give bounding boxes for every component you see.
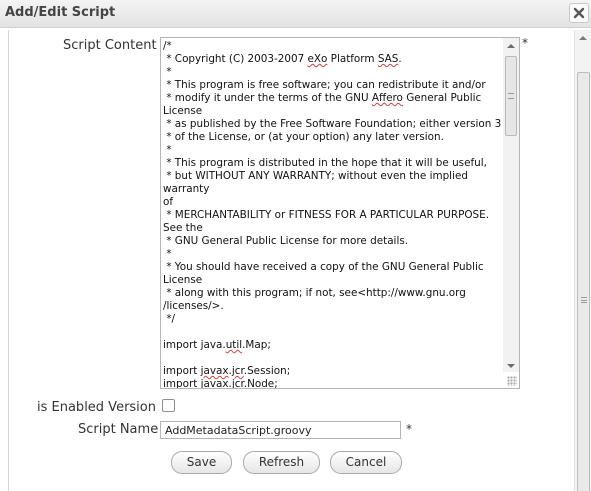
close-button[interactable]: [569, 3, 589, 23]
code-text: See the: [163, 222, 203, 234]
code-text: import: [163, 365, 201, 377]
code-text: import java.: [163, 339, 226, 351]
dialog-scrollbar[interactable]: [574, 30, 591, 491]
code-line: * modify it under the terms of the GNU A…: [163, 92, 503, 118]
required-marker: *: [522, 36, 528, 50]
code-line: * as published by the Free Software Foun…: [163, 118, 503, 131]
spellcheck-word: javax: [200, 365, 229, 377]
script-content-editor[interactable]: /* * Copyright (C) 2003-2007 eXo Platfor…: [160, 37, 520, 389]
code-line: * This program is free software; you can…: [163, 79, 503, 92]
resize-grip-icon[interactable]: [507, 376, 517, 386]
code-text: *: [163, 248, 172, 260]
code-line: import javax.jcr.Node;: [163, 378, 503, 389]
code-line: import javax.jcr.Session;: [163, 365, 503, 378]
code-text: *: [163, 66, 172, 78]
add-edit-script-dialog: Add/Edit Script Script Content /* * Copy…: [0, 0, 591, 491]
code-text: * You should have received a copy of the…: [163, 261, 487, 286]
code-text: * modify it under the terms of the GNU: [163, 92, 372, 104]
editor-scrollbar[interactable]: [503, 38, 519, 372]
scroll-up-arrow-icon[interactable]: [507, 44, 515, 48]
script-content-text[interactable]: /* * Copyright (C) 2003-2007 eXo Platfor…: [163, 40, 503, 389]
code-line: * GNU General Public License for more de…: [163, 235, 503, 248]
code-text: * as published by the Free Software Foun…: [163, 118, 502, 130]
code-text: * This program is free software; you can…: [163, 79, 486, 91]
code-text: /*: [163, 40, 172, 52]
code-text: * GNU General Public License for more de…: [163, 235, 409, 247]
code-text: * along with this program; if not, see<h…: [163, 287, 466, 299]
code-text: import: [163, 378, 201, 389]
spellcheck-word: eXo: [307, 53, 328, 65]
script-name-input[interactable]: [160, 421, 401, 439]
dialog-titlebar[interactable]: Add/Edit Script: [0, 0, 591, 28]
spellcheck-word: util: [225, 339, 243, 351]
code-line: *: [163, 66, 503, 79]
code-text: * Copyright (C) 2003-2007: [163, 53, 308, 65]
code-line: import java.util.Map;: [163, 339, 503, 352]
enabled-version-label: is Enabled Version: [37, 400, 156, 415]
code-line: * of the License, or (at your option) an…: [163, 131, 503, 144]
code-text: *: [163, 144, 172, 156]
spellcheck-word: Affero: [371, 92, 403, 104]
code-text: .Map;: [242, 339, 271, 351]
code-line: of: [163, 196, 503, 209]
code-line: * This program is distributed in the hop…: [163, 157, 503, 170]
spellcheck-word: jcr: [231, 365, 244, 377]
dialog-scrollbar-thumb[interactable]: [577, 72, 590, 491]
code-text: of: [163, 196, 174, 208]
form-frame-edge: [8, 30, 9, 491]
close-x-icon: [573, 7, 585, 19]
code-line: * Copyright (C) 2003-2007 eXo Platform S…: [163, 53, 503, 66]
code-text: .: [398, 53, 402, 65]
code-text: * MERCHANTABILITY or FITNESS FOR A PARTI…: [163, 209, 490, 221]
code-line: * along with this program; if not, see<h…: [163, 287, 503, 300]
code-text: * of the License, or (at your option) an…: [163, 131, 444, 143]
dialog-scroll-up-arrow-icon[interactable]: [579, 36, 587, 40]
refresh-button[interactable]: Refresh: [243, 451, 320, 474]
dialog-title: Add/Edit Script: [5, 5, 116, 20]
code-line: */: [163, 313, 503, 326]
code-text: * but WITHOUT ANY WARRANTY; without even…: [163, 170, 472, 195]
code-text: * This program is distributed in the hop…: [163, 157, 487, 169]
code-line: *: [163, 144, 503, 157]
required-marker: *: [406, 422, 412, 436]
code-text: .Node;: [243, 378, 278, 389]
enabled-version-checkbox[interactable]: [162, 399, 175, 412]
code-line: * You should have received a copy of the…: [163, 261, 503, 287]
cancel-button[interactable]: Cancel: [330, 451, 402, 474]
spellcheck-word: javax: [200, 378, 229, 389]
code-text: */: [163, 313, 176, 325]
spellcheck-word: SAS: [377, 53, 399, 65]
code-line: See the: [163, 222, 503, 235]
code-line: * but WITHOUT ANY WARRANTY; without even…: [163, 170, 503, 196]
code-text: /licenses/>.: [163, 300, 224, 312]
save-button[interactable]: Save: [171, 451, 232, 474]
script-name-label: Script Name: [78, 422, 159, 437]
code-text: Platform: [327, 53, 378, 65]
code-line: *: [163, 248, 503, 261]
script-content-label: Script Content: [63, 38, 157, 53]
code-line: /licenses/>.: [163, 300, 503, 313]
code-text: .Session;: [243, 365, 291, 377]
code-line: /*: [163, 40, 503, 53]
spellcheck-word: jcr: [231, 378, 244, 389]
scroll-down-arrow-icon[interactable]: [507, 364, 515, 368]
code-line: * MERCHANTABILITY or FITNESS FOR A PARTI…: [163, 209, 503, 222]
editor-scrollbar-thumb[interactable]: [505, 56, 517, 136]
